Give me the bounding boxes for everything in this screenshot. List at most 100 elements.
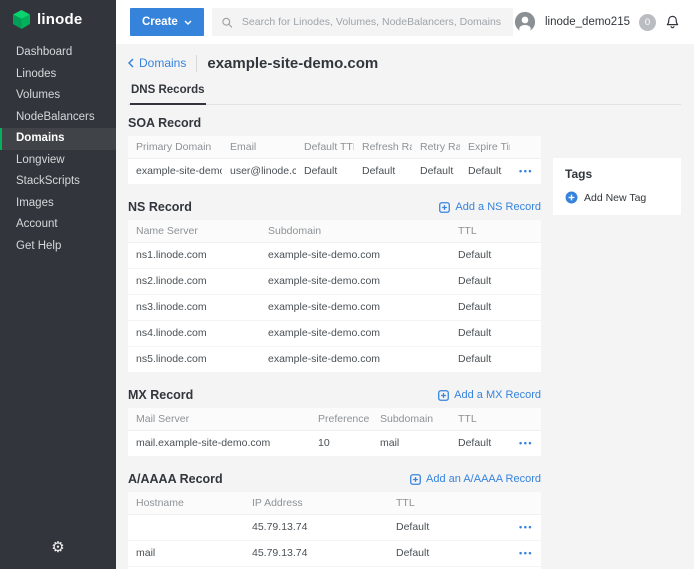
add-plus-icon: [439, 202, 450, 213]
cell-ttl: Default: [450, 431, 501, 457]
soa-record-table: Primary Domain Email Default TTL Refresh…: [128, 136, 541, 185]
sidebar-item-nodebalancers[interactable]: NodeBalancers: [0, 107, 116, 129]
column-header: Mail Server: [128, 408, 310, 431]
table-header-row: Primary Domain Email Default TTL Refresh…: [128, 136, 541, 159]
cell-name-server: ns2.linode.com: [128, 269, 260, 295]
column-header: TTL: [450, 220, 541, 243]
table-header-row: Name Server Subdomain TTL: [128, 220, 541, 243]
row-actions-button[interactable]: •••: [519, 548, 533, 558]
cell-ttl: Default: [450, 347, 541, 373]
actions-column-header: [501, 408, 541, 431]
linode-logo-icon: [13, 10, 30, 29]
table-row: mail.example-site-demo.com 10 mail Defau…: [128, 431, 541, 457]
records-column: SOA Record Primary Domain Email: [128, 116, 541, 569]
cell-ttl: Default: [450, 269, 541, 295]
cell-name-server: ns5.linode.com: [128, 347, 260, 373]
column-header: Email: [222, 136, 296, 159]
sidebar-item-longview[interactable]: Longview: [0, 150, 116, 172]
tab-dns-records[interactable]: DNS Records: [130, 80, 206, 105]
a-record-section: A/AAAA Record Add an A/AAAA Record: [128, 472, 541, 569]
column-header: TTL: [388, 492, 501, 515]
chevron-left-icon: [128, 58, 134, 68]
cell-subdomain: example-site-demo.com: [260, 347, 450, 373]
main-area: Create linode_demo215 0: [116, 0, 694, 569]
sidebar-item-account[interactable]: Account: [0, 214, 116, 236]
sidebar-item-stackscripts[interactable]: StackScripts: [0, 171, 116, 193]
column-header: Preference: [310, 408, 372, 431]
create-button[interactable]: Create: [130, 8, 204, 36]
content-columns: SOA Record Primary Domain Email: [128, 116, 681, 569]
cell-subdomain: example-site-demo.com: [260, 295, 450, 321]
cell-expire-time: Default: [460, 159, 510, 185]
table-row: example-site-demo.com user@linode.com De…: [128, 159, 541, 185]
add-ns-record-button[interactable]: Add a NS Record: [439, 201, 541, 213]
sidebar-item-linodes[interactable]: Linodes: [0, 64, 116, 86]
ns-record-table: Name Server Subdomain TTL ns1.linode.com…: [128, 220, 541, 373]
a-section-title: A/AAAA Record: [128, 472, 223, 486]
page-title: example-site-demo.com: [207, 55, 378, 72]
cell-default-ttl: Default: [296, 159, 354, 185]
table-row: ns5.linode.com example-site-demo.com Def…: [128, 347, 541, 373]
cell-subdomain: example-site-demo.com: [260, 243, 450, 269]
cell-email: user@linode.com: [222, 159, 296, 185]
breadcrumb-back-link[interactable]: Domains: [128, 56, 186, 70]
table-row: ns4.linode.com example-site-demo.com Def…: [128, 321, 541, 347]
add-plus-icon: [410, 474, 421, 485]
column-header: Subdomain: [372, 408, 450, 431]
actions-column-header: [510, 136, 541, 159]
cell-ttl: Default: [388, 541, 501, 567]
add-a-record-button[interactable]: Add an A/AAAA Record: [410, 473, 541, 485]
notification-count-badge[interactable]: 0: [639, 14, 656, 31]
column-header: Expire Time: [460, 136, 510, 159]
search-icon: [221, 16, 233, 29]
ns-section-title: NS Record: [128, 200, 192, 214]
tab-bar: DNS Records: [128, 80, 681, 105]
sidebar-item-domains[interactable]: Domains: [0, 128, 116, 150]
cell-ttl: Default: [450, 243, 541, 269]
add-new-tag-button[interactable]: Add New Tag: [565, 191, 669, 204]
soa-record-section: SOA Record Primary Domain Email: [128, 116, 541, 185]
column-header: Hostname: [128, 492, 244, 515]
search-input[interactable]: [240, 15, 504, 29]
sidebar-item-dashboard[interactable]: Dashboard: [0, 42, 116, 64]
create-button-label: Create: [142, 16, 178, 28]
cell-ip-address: 45.79.13.74: [244, 515, 388, 541]
add-new-tag-label: Add New Tag: [584, 192, 646, 204]
table-row: mail 45.79.13.74 Default •••: [128, 541, 541, 567]
sidebar-item-get-help[interactable]: Get Help: [0, 236, 116, 258]
username[interactable]: linode_demo215: [545, 16, 630, 28]
row-actions-button[interactable]: •••: [519, 522, 533, 532]
cell-name-server: ns3.linode.com: [128, 295, 260, 321]
sidebar-item-volumes[interactable]: Volumes: [0, 85, 116, 107]
row-actions-button[interactable]: •••: [519, 438, 533, 448]
column-header: Refresh Rate: [354, 136, 412, 159]
cell-retry-rate: Default: [412, 159, 460, 185]
table-row: ns3.linode.com example-site-demo.com Def…: [128, 295, 541, 321]
ns-record-section: NS Record Add a NS Record: [128, 200, 541, 373]
column-header: Subdomain: [260, 220, 450, 243]
avatar[interactable]: [514, 11, 536, 33]
app-window: linode Dashboard Linodes Volumes NodeBal…: [0, 0, 694, 569]
column-header: Retry Rate: [412, 136, 460, 159]
linode-logo[interactable]: linode: [0, 0, 116, 38]
add-mx-record-button[interactable]: Add a MX Record: [438, 389, 541, 401]
table-header-row: Hostname IP Address TTL: [128, 492, 541, 515]
row-actions-button[interactable]: •••: [519, 166, 533, 176]
add-tag-plus-icon: [565, 191, 578, 204]
notifications-button[interactable]: [665, 15, 680, 30]
bell-icon: [665, 15, 680, 30]
sidebar-item-images[interactable]: Images: [0, 193, 116, 215]
topbar: Create linode_demo215 0: [116, 0, 694, 44]
cell-hostname: [128, 515, 244, 541]
mx-record-section: MX Record Add a MX Record: [128, 388, 541, 457]
settings-gear-icon[interactable]: ⚙: [51, 538, 64, 556]
content: Domains example-site-demo.com DNS Record…: [116, 44, 694, 569]
tags-panel: Tags Add New Tag: [553, 158, 681, 215]
cell-subdomain: example-site-demo.com: [260, 269, 450, 295]
cell-ttl: Default: [450, 321, 541, 347]
cell-subdomain: example-site-demo.com: [260, 321, 450, 347]
global-search[interactable]: [212, 8, 513, 36]
cell-name-server: ns1.linode.com: [128, 243, 260, 269]
add-plus-icon: [438, 390, 449, 401]
right-rail: Tags Add New Tag: [553, 116, 681, 569]
